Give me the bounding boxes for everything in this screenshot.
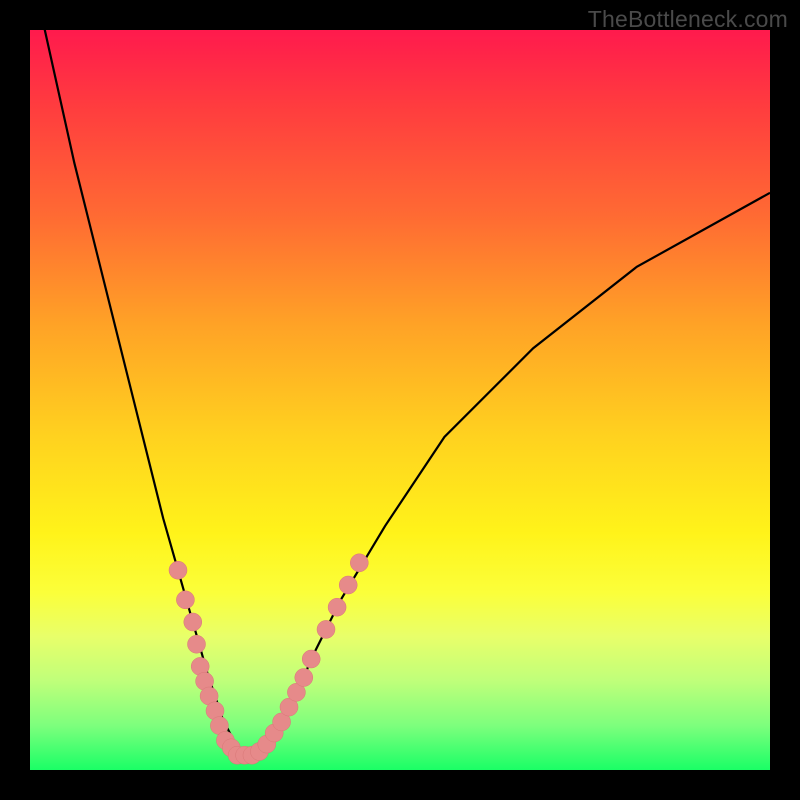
marker-dot [302, 650, 320, 668]
marker-dot [184, 613, 202, 631]
bottleneck-curve [30, 0, 770, 755]
curve-markers [169, 554, 368, 764]
marker-dot [176, 591, 194, 609]
marker-dot [188, 635, 206, 653]
watermark-label: TheBottleneck.com [588, 6, 788, 33]
marker-dot [350, 554, 368, 572]
plot-area [30, 30, 770, 770]
marker-dot [295, 669, 313, 687]
marker-dot [169, 561, 187, 579]
marker-dot [317, 620, 335, 638]
chart-stage: TheBottleneck.com [0, 0, 800, 800]
marker-dot [328, 598, 346, 616]
curve-svg [30, 30, 770, 770]
marker-dot [339, 576, 357, 594]
